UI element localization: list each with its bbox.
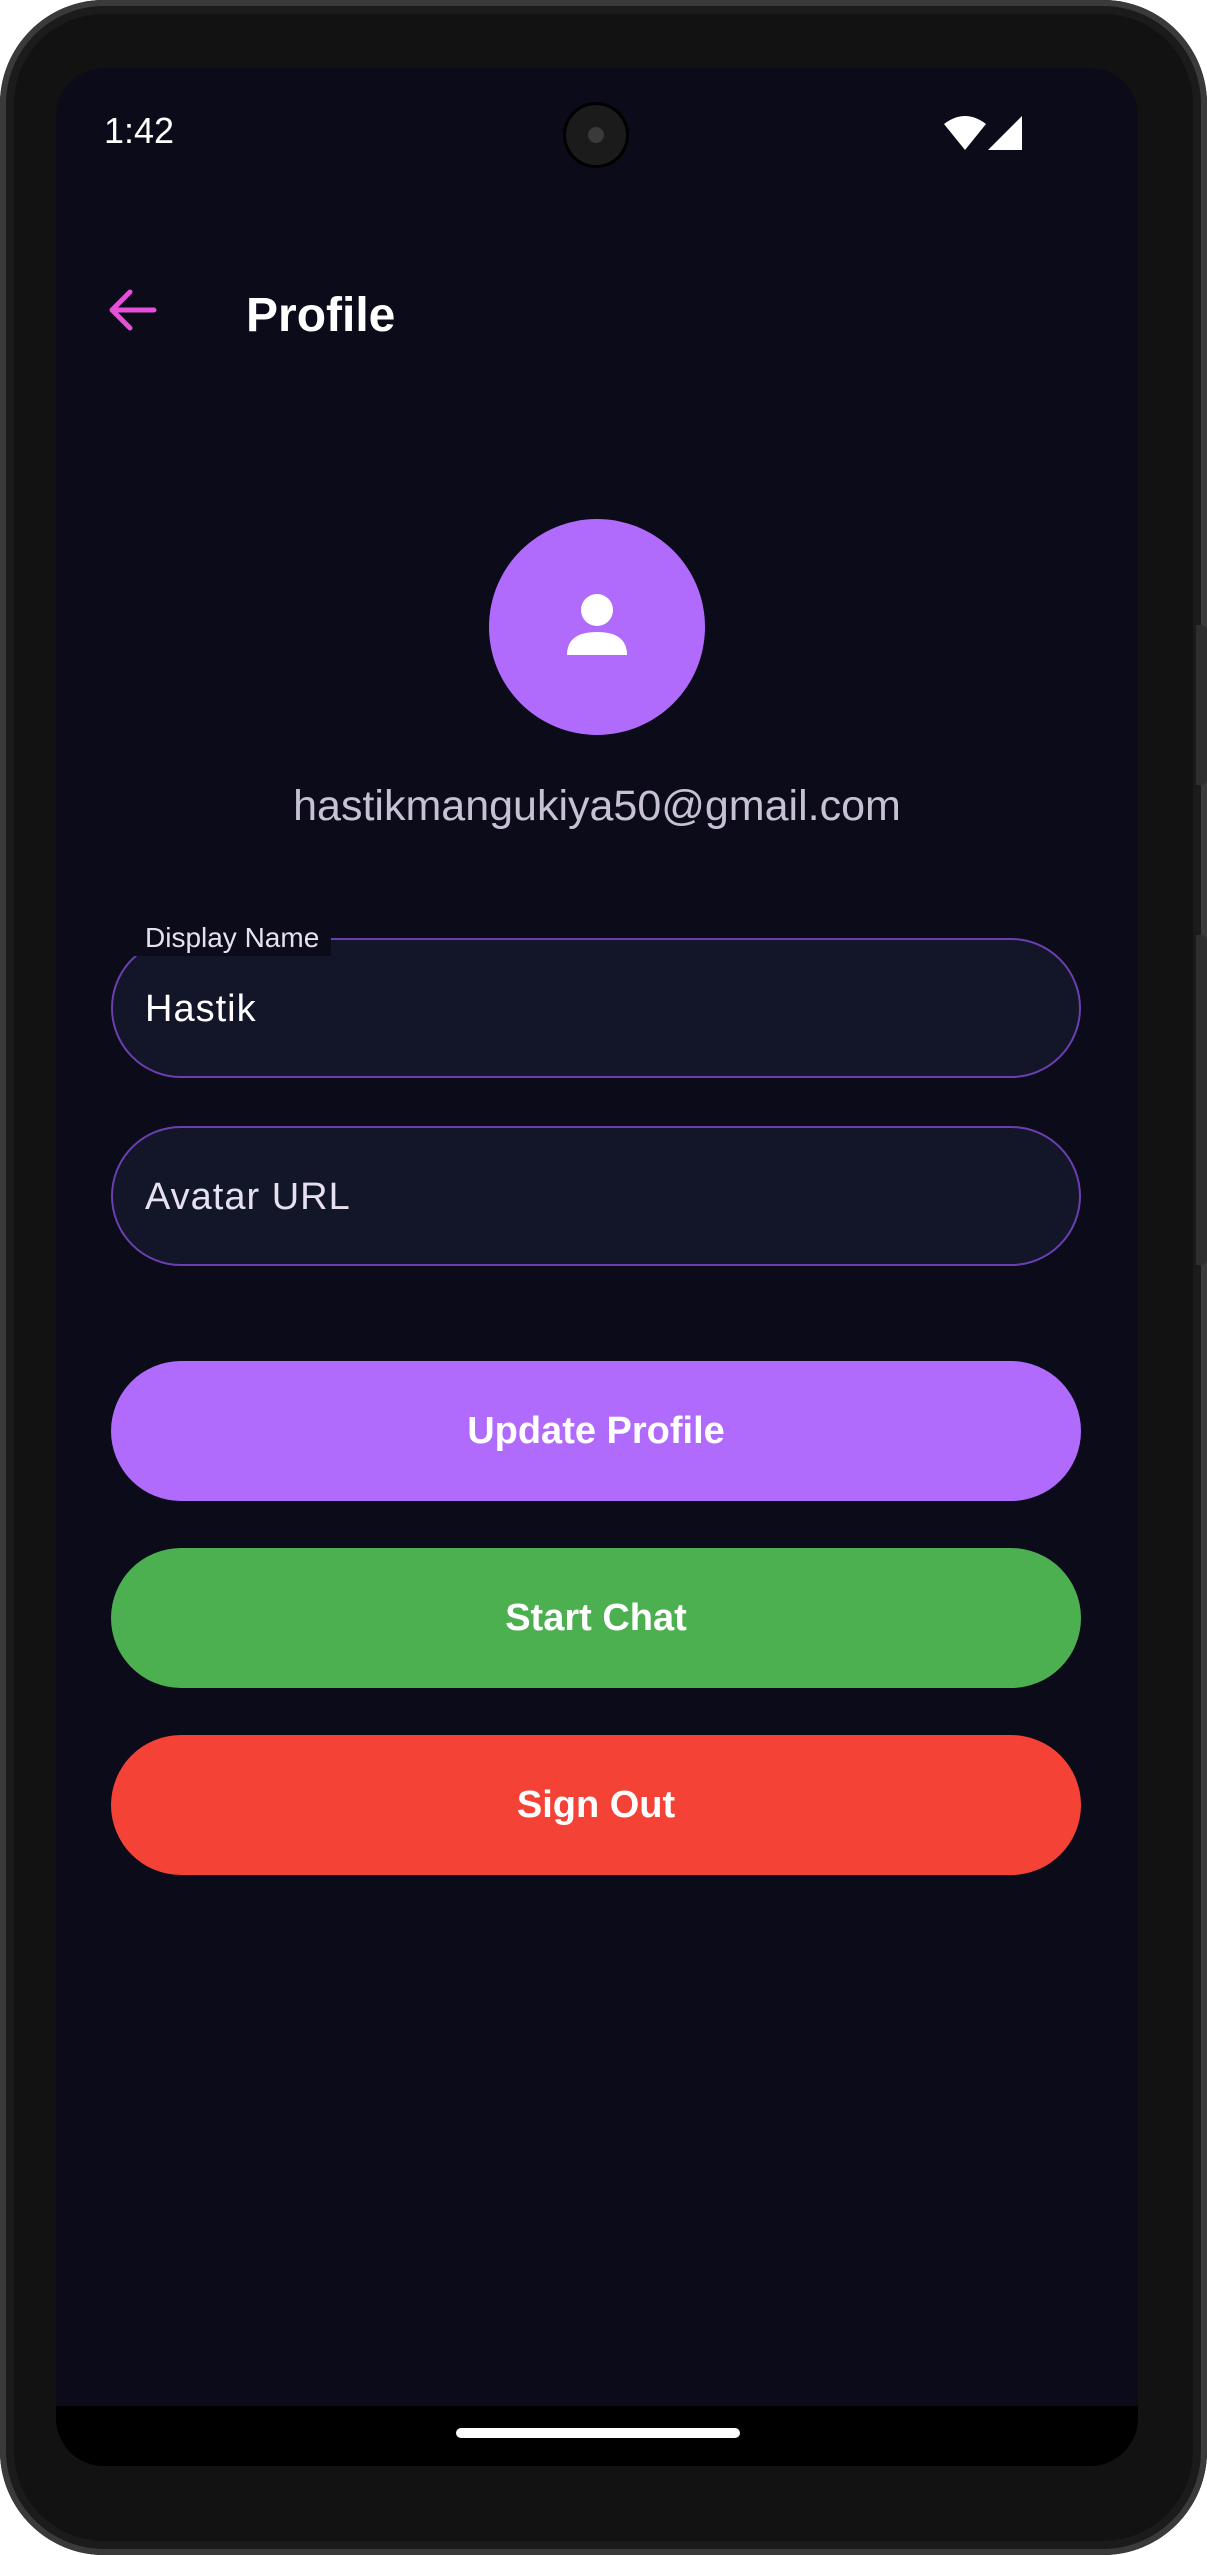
phone-screen: 1:42 Profile hastikmangukiya50@gmail.com… xyxy=(56,68,1138,2466)
avatar-url-input[interactable] xyxy=(143,1128,1047,1266)
user-email: hastikmangukiya50@gmail.com xyxy=(293,782,901,830)
cellular-signal-icon xyxy=(988,116,1022,150)
wifi-icon xyxy=(944,116,986,150)
power-button xyxy=(1196,625,1207,785)
status-bar: 1:42 xyxy=(56,68,1138,208)
start-chat-button[interactable]: Start Chat xyxy=(111,1548,1081,1688)
arrow-back-icon xyxy=(109,289,157,331)
front-camera xyxy=(566,105,626,165)
home-indicator[interactable] xyxy=(456,2428,740,2438)
page-title: Profile xyxy=(246,289,396,342)
back-button[interactable] xyxy=(96,274,168,346)
volume-rocker xyxy=(1196,935,1207,1265)
update-profile-button[interactable]: Update Profile xyxy=(111,1361,1081,1501)
display-name-input[interactable] xyxy=(143,940,1047,1078)
avatar xyxy=(489,519,705,735)
avatar-url-field xyxy=(111,1126,1081,1266)
sign-out-button[interactable]: Sign Out xyxy=(111,1735,1081,1875)
display-name-field: Display Name xyxy=(111,920,1081,1078)
status-icons xyxy=(944,114,1024,154)
navigation-bar xyxy=(56,2406,1138,2466)
person-icon xyxy=(567,594,627,655)
status-time: 1:42 xyxy=(104,110,175,151)
app-bar: Profile xyxy=(56,248,1138,368)
